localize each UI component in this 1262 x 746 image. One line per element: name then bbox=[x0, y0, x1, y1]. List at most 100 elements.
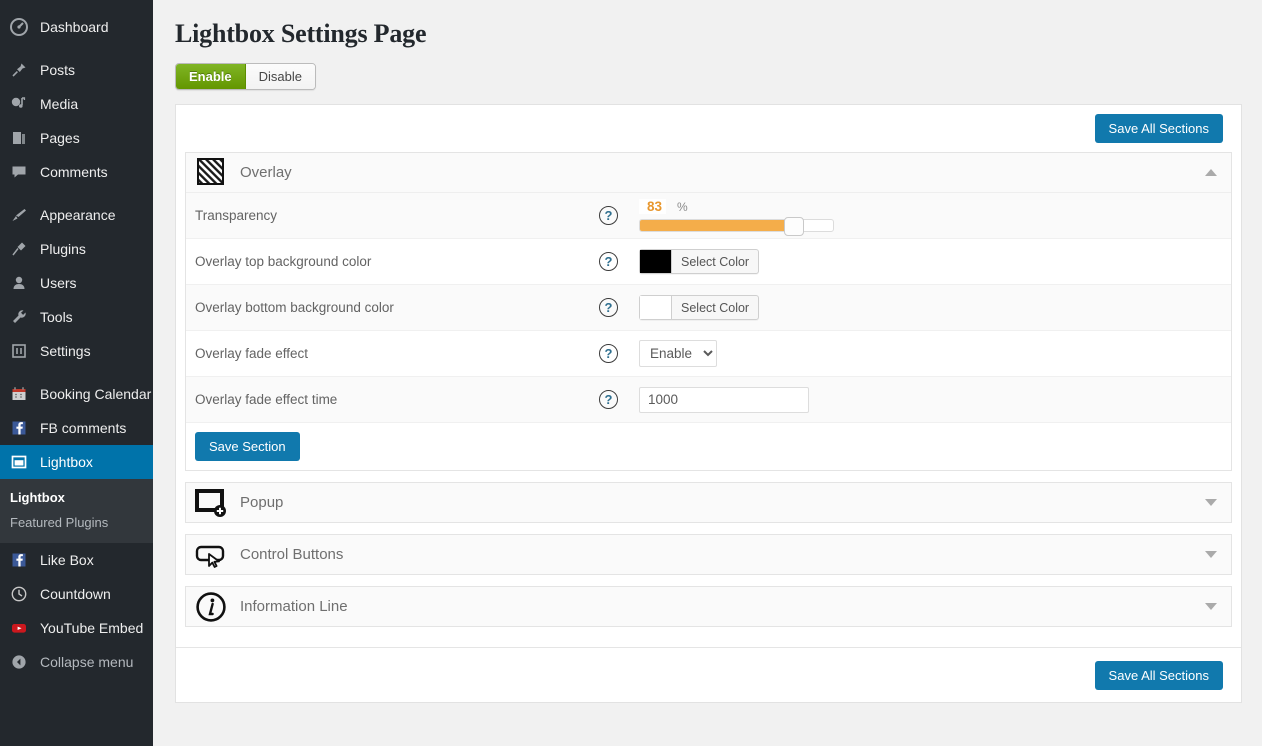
disable-button[interactable]: Disable bbox=[245, 64, 315, 90]
question-mark-icon[interactable]: ? bbox=[599, 344, 618, 364]
main-content: Lightbox Settings Page Enable Disable Sa… bbox=[153, 0, 1262, 746]
section-title: Information Line bbox=[240, 598, 348, 616]
setting-row-overlay-fade-effect: Overlay fade effect ? EnableDisable bbox=[186, 331, 1231, 378]
transparency-slider-track[interactable] bbox=[639, 217, 834, 237]
sidebar-item-tools[interactable]: Tools bbox=[0, 300, 153, 334]
color-swatch bbox=[640, 296, 672, 320]
popup-window-icon bbox=[195, 487, 227, 519]
sidebar-item-settings[interactable]: Settings bbox=[0, 334, 153, 368]
sidebar-item-label: Like Box bbox=[40, 552, 94, 568]
setting-row-overlay-top-color: Overlay top background color ? Select Co… bbox=[186, 239, 1231, 286]
setting-control: Select Color bbox=[639, 249, 1231, 275]
sidebar-item-appearance[interactable]: Appearance bbox=[0, 198, 153, 232]
sidebar-item-label: Posts bbox=[40, 62, 76, 78]
sidebar-divider bbox=[0, 44, 153, 53]
chevron-down-icon[interactable] bbox=[1205, 499, 1217, 507]
button-cursor-icon bbox=[195, 539, 227, 571]
section-rows-overlay: Transparency ? 83 % Overlay top backgrou… bbox=[186, 192, 1231, 424]
plug-icon bbox=[9, 239, 29, 259]
admin-sidebar: Dashboard Posts Media Pages Comments App… bbox=[0, 0, 153, 746]
section-popup: Popup bbox=[185, 482, 1232, 524]
sidebar-item-fb-comments[interactable]: FB comments bbox=[0, 411, 153, 445]
help-icon-wrapper[interactable]: ? bbox=[599, 390, 639, 410]
slider-unit: % bbox=[677, 200, 688, 215]
slider-handle[interactable] bbox=[783, 217, 804, 237]
setting-label: Transparency bbox=[195, 208, 278, 224]
question-mark-icon[interactable]: ? bbox=[599, 252, 618, 272]
sidebar-subitem-lightbox[interactable]: Lightbox bbox=[0, 485, 153, 510]
calendar-icon bbox=[9, 384, 29, 404]
settings-icon bbox=[9, 341, 29, 361]
chevron-up-icon[interactable] bbox=[1205, 169, 1217, 177]
collapse-menu-button[interactable]: Collapse menu bbox=[0, 645, 153, 679]
help-icon-wrapper[interactable]: ? bbox=[599, 206, 639, 226]
sidebar-item-label: YouTube Embed bbox=[40, 620, 144, 636]
setting-row-transparency: Transparency ? 83 % bbox=[186, 193, 1231, 240]
save-all-sections-button-top[interactable]: Save All Sections bbox=[1094, 114, 1223, 144]
wrench-icon bbox=[9, 307, 29, 327]
enable-button[interactable]: Enable bbox=[176, 64, 246, 90]
youtube-icon bbox=[9, 618, 29, 638]
section-title: Control Buttons bbox=[240, 546, 344, 564]
lightbox-icon bbox=[9, 452, 29, 472]
select-color-label[interactable]: Select Color bbox=[672, 250, 758, 273]
sidebar-item-like-box[interactable]: Like Box bbox=[0, 543, 153, 577]
question-mark-icon[interactable]: ? bbox=[599, 298, 618, 318]
enable-disable-toggle[interactable]: Enable Disable bbox=[175, 63, 316, 91]
sidebar-item-label: Countdown bbox=[40, 586, 111, 602]
section-header-control-buttons[interactable]: Control Buttons bbox=[186, 535, 1231, 575]
save-section-button[interactable]: Save Section bbox=[195, 432, 300, 462]
setting-control: Select Color bbox=[639, 295, 1231, 321]
setting-label: Overlay fade effect time bbox=[195, 392, 338, 408]
sidebar-item-label: FB comments bbox=[40, 420, 127, 436]
section-header-overlay[interactable]: Overlay bbox=[186, 153, 1231, 193]
sidebar-item-label: Dashboard bbox=[40, 19, 109, 35]
sidebar-divider bbox=[0, 368, 153, 377]
chevron-down-icon[interactable] bbox=[1205, 551, 1217, 559]
setting-row-overlay-fade-time: Overlay fade effect time ? bbox=[186, 377, 1231, 424]
sidebar-item-label: Settings bbox=[40, 343, 91, 359]
sidebar-item-dashboard[interactable]: Dashboard bbox=[0, 10, 153, 44]
sidebar-item-posts[interactable]: Posts bbox=[0, 53, 153, 87]
setting-row-overlay-bottom-color: Overlay bottom background color ? Select… bbox=[186, 285, 1231, 332]
overlay-fade-effect-time-input[interactable] bbox=[639, 386, 809, 413]
sidebar-item-label: Media bbox=[40, 96, 79, 112]
chevron-down-icon[interactable] bbox=[1205, 603, 1217, 611]
sidebar-item-plugins[interactable]: Plugins bbox=[0, 232, 153, 266]
sidebar-divider bbox=[0, 189, 153, 198]
help-icon-wrapper[interactable]: ? bbox=[599, 252, 639, 272]
section-title: Popup bbox=[240, 494, 284, 512]
setting-label: Overlay bottom background color bbox=[195, 300, 394, 316]
admin-page: Dashboard Posts Media Pages Comments App… bbox=[0, 0, 1262, 746]
question-mark-icon[interactable]: ? bbox=[599, 206, 618, 226]
help-icon-wrapper[interactable]: ? bbox=[599, 298, 639, 318]
save-all-sections-button-bottom[interactable]: Save All Sections bbox=[1094, 660, 1223, 690]
sidebar-item-pages[interactable]: Pages bbox=[0, 121, 153, 155]
help-icon-wrapper[interactable]: ? bbox=[599, 344, 639, 364]
color-picker-overlay-bottom[interactable]: Select Color bbox=[639, 295, 760, 321]
sections-list: Overlay Transparency ? 83 % Overlay top … bbox=[176, 152, 1241, 647]
panel-toolbar-top: Save All Sections bbox=[176, 105, 1241, 153]
color-picker-overlay-top[interactable]: Select Color bbox=[639, 249, 760, 275]
sidebar-item-youtube-embed[interactable]: YouTube Embed bbox=[0, 611, 153, 645]
sidebar-item-comments[interactable]: Comments bbox=[0, 155, 153, 189]
sidebar-item-users[interactable]: Users bbox=[0, 266, 153, 300]
sidebar-submenu-lightbox: Lightbox Featured Plugins bbox=[0, 479, 153, 543]
select-color-label[interactable]: Select Color bbox=[672, 296, 758, 319]
section-title: Overlay bbox=[240, 164, 292, 182]
color-swatch bbox=[640, 250, 672, 274]
question-mark-icon[interactable]: ? bbox=[599, 390, 618, 410]
brush-icon bbox=[9, 205, 29, 225]
sidebar-item-countdown[interactable]: Countdown bbox=[0, 577, 153, 611]
sidebar-subitem-featured-plugins[interactable]: Featured Plugins bbox=[0, 510, 153, 535]
media-icon bbox=[9, 94, 29, 114]
sidebar-item-media[interactable]: Media bbox=[0, 87, 153, 121]
section-control-buttons: Control Buttons bbox=[185, 534, 1232, 576]
section-header-information-line[interactable]: Information Line bbox=[186, 587, 1231, 627]
sidebar-item-lightbox[interactable]: Lightbox bbox=[0, 445, 153, 479]
sidebar-item-label: Plugins bbox=[40, 241, 86, 257]
section-header-popup[interactable]: Popup bbox=[186, 483, 1231, 523]
overlay-fade-effect-select[interactable]: EnableDisable bbox=[639, 340, 717, 368]
sidebar-item-booking-calendar[interactable]: Booking Calendar bbox=[0, 377, 153, 411]
clock-icon bbox=[9, 584, 29, 604]
